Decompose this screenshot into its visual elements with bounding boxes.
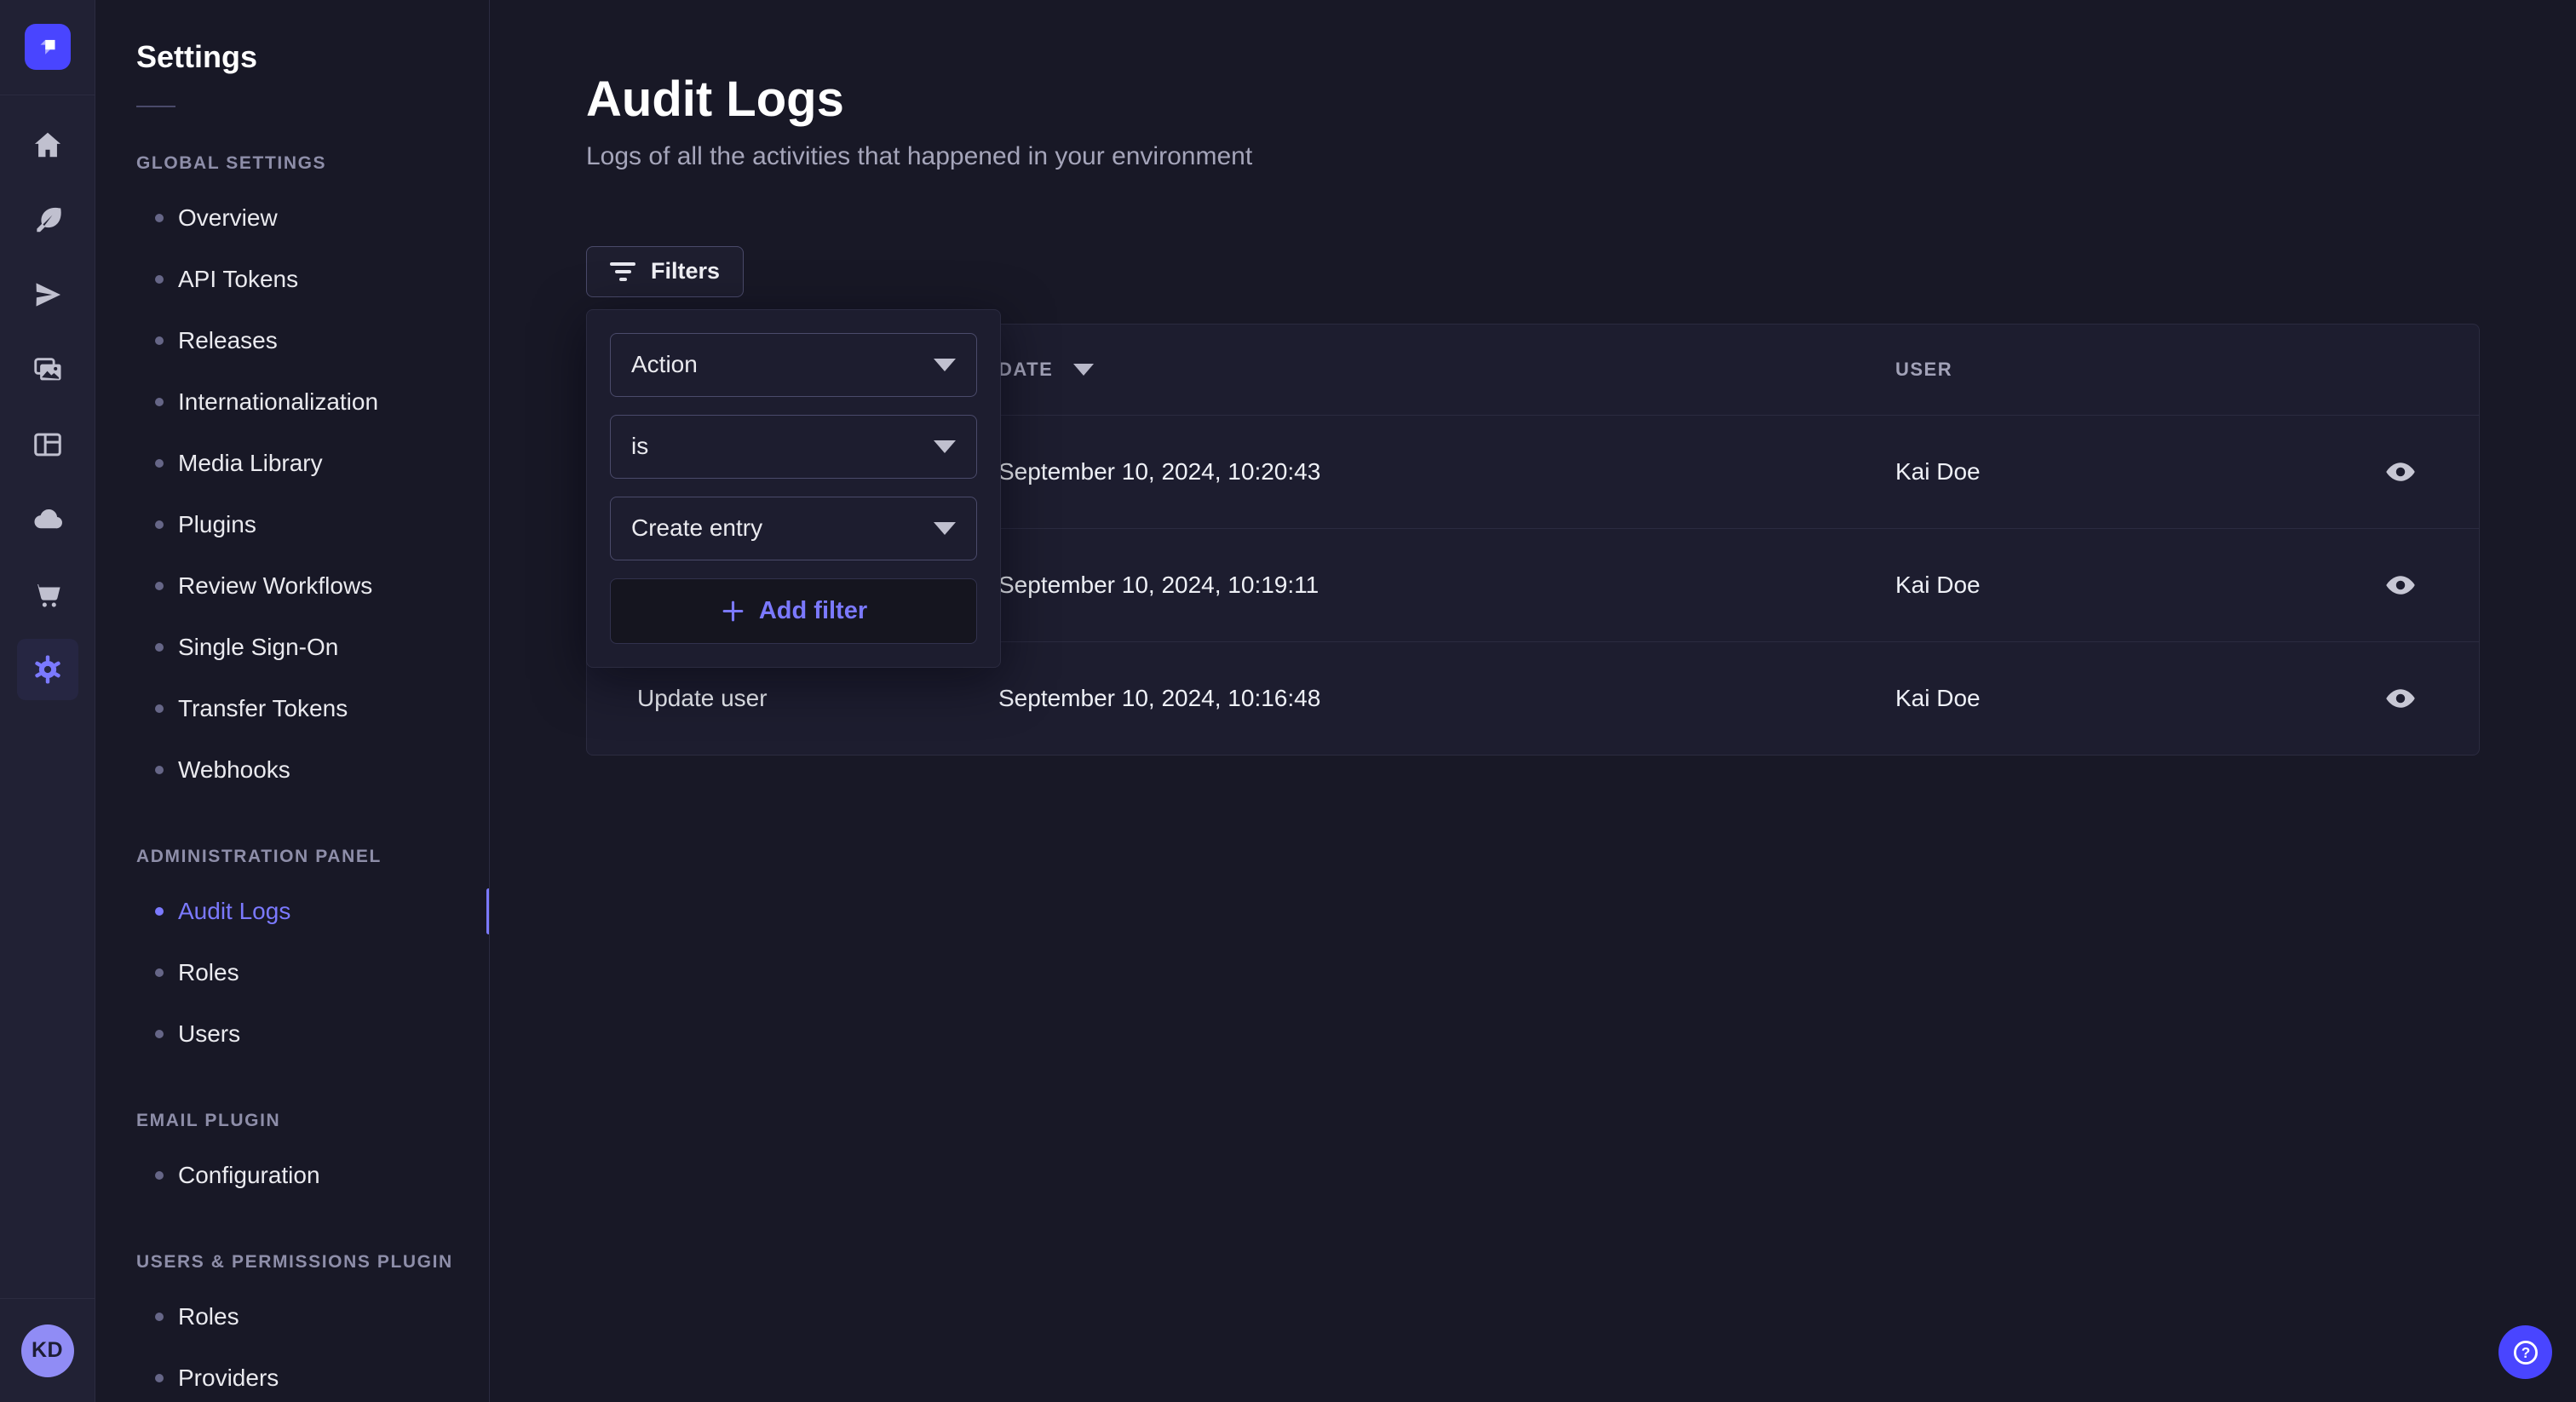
sidebar-item-audit-logs[interactable]: Audit Logs [136,881,489,942]
eye-icon [2381,682,2420,715]
cell-date: September 10, 2024, 10:16:48 [998,685,1895,712]
bullet-icon [155,907,164,916]
bullet-icon [155,336,164,345]
bullet-icon [155,275,164,284]
cloud-icon[interactable] [17,489,78,550]
strapi-admin-screen: KD Settings GLOBAL SETTINGS Overview API… [0,0,2576,1402]
filter-operator-select[interactable]: is [610,415,977,479]
deploy-icon[interactable] [17,264,78,325]
settings-subnav: Settings GLOBAL SETTINGS Overview API To… [95,0,490,1402]
section-label-global-settings: GLOBAL SETTINGS [136,153,489,174]
bullet-icon [155,459,164,468]
sidebar-item-internationalization[interactable]: Internationalization [136,371,489,433]
settings-icon[interactable] [17,639,78,700]
bullet-icon [155,1030,164,1038]
rail-nav [17,114,78,700]
eye-icon [2381,456,2420,488]
svg-text:?: ? [2521,1344,2530,1361]
filters-button-label: Filters [651,258,720,284]
nav-list-users-permissions-plugin: Roles Providers [136,1286,489,1402]
filters-popover: Action is Create entry Add filter [586,309,1001,668]
section-label-users-permissions-plugin: USERS & PERMISSIONS PLUGIN [136,1252,489,1273]
cell-action: Update user [587,685,998,712]
sidebar-item-plugins[interactable]: Plugins [136,494,489,555]
sidebar-item-roles-up[interactable]: Roles [136,1286,489,1347]
filter-field-select[interactable]: Action [610,333,977,397]
nav-list-email-plugin: Configuration [136,1145,489,1206]
sidebar-item-single-sign-on[interactable]: Single Sign-On [136,617,489,678]
column-header-date[interactable]: DATE [998,359,1895,381]
bullet-icon [155,1313,164,1321]
plus-icon [720,598,746,624]
content-manager-icon[interactable] [17,414,78,475]
filters-button[interactable]: Filters [586,246,744,297]
title-divider [136,106,175,107]
help-button[interactable]: ? [2498,1325,2552,1379]
filter-icon [610,262,635,281]
view-details-button[interactable] [2381,456,2420,488]
subnav-title: Settings [136,39,489,75]
sidebar-item-providers[interactable]: Providers [136,1347,489,1402]
user-avatar[interactable]: KD [21,1324,74,1377]
column-header-user[interactable]: USER [1895,359,2321,381]
cell-date: September 10, 2024, 10:19:11 [998,572,1895,599]
home-icon[interactable] [17,114,78,175]
strapi-logo-button[interactable] [25,24,71,70]
bullet-icon [155,520,164,529]
cell-user: Kai Doe [1895,685,2321,712]
cell-user: Kai Doe [1895,458,2321,486]
bullet-icon [155,398,164,406]
sort-descending-icon [1073,364,1094,376]
avatar-initials: KD [32,1338,63,1363]
question-mark-icon: ? [2510,1337,2541,1368]
eye-icon [2381,569,2420,601]
cell-date: September 10, 2024, 10:20:43 [998,458,1895,486]
sidebar-item-media-library[interactable]: Media Library [136,433,489,494]
page-subtitle: Logs of all the activities that happened… [586,142,2576,171]
filter-value-select[interactable]: Create entry [610,497,977,560]
bullet-icon [155,214,164,222]
bullet-icon [155,704,164,713]
bullet-icon [155,968,164,977]
section-label-administration-panel: ADMINISTRATION PANEL [136,847,489,867]
bullet-icon [155,1374,164,1382]
add-filter-label: Add filter [759,597,867,625]
sidebar-item-roles-admin[interactable]: Roles [136,942,489,1003]
media-library-icon[interactable] [17,339,78,400]
cell-user: Kai Doe [1895,572,2321,599]
chevron-down-icon [934,522,956,535]
sidebar-item-overview[interactable]: Overview [136,187,489,249]
content-builder-icon[interactable] [17,189,78,250]
marketplace-icon[interactable] [17,564,78,625]
sidebar-item-webhooks[interactable]: Webhooks [136,739,489,801]
view-details-button[interactable] [2381,569,2420,601]
add-filter-button[interactable]: Add filter [610,578,977,644]
sidebar-item-api-tokens[interactable]: API Tokens [136,249,489,310]
main-content: Audit Logs Logs of all the activities th… [490,0,2576,1402]
strapi-logo-icon [33,32,62,63]
sidebar-item-users[interactable]: Users [136,1003,489,1065]
sidebar-item-review-workflows[interactable]: Review Workflows [136,555,489,617]
bullet-icon [155,766,164,774]
sidebar-item-releases[interactable]: Releases [136,310,489,371]
rail-footer: KD [0,1298,95,1402]
icon-rail: KD [0,0,95,1402]
filter-field-value: Action [631,351,698,378]
sidebar-item-transfer-tokens[interactable]: Transfer Tokens [136,678,489,739]
bullet-icon [155,1171,164,1180]
sidebar-item-configuration[interactable]: Configuration [136,1145,489,1206]
nav-list-administration-panel: Audit Logs Roles Users [136,881,489,1065]
bullet-icon [155,582,164,590]
filter-operator-value: is [631,433,648,460]
chevron-down-icon [934,440,956,453]
bullet-icon [155,643,164,652]
chevron-down-icon [934,359,956,371]
filter-value-value: Create entry [631,514,762,542]
nav-list-global-settings: Overview API Tokens Releases Internation… [136,187,489,801]
section-label-email-plugin: EMAIL PLUGIN [136,1111,489,1131]
view-details-button[interactable] [2381,682,2420,715]
page-title: Audit Logs [586,72,2576,129]
